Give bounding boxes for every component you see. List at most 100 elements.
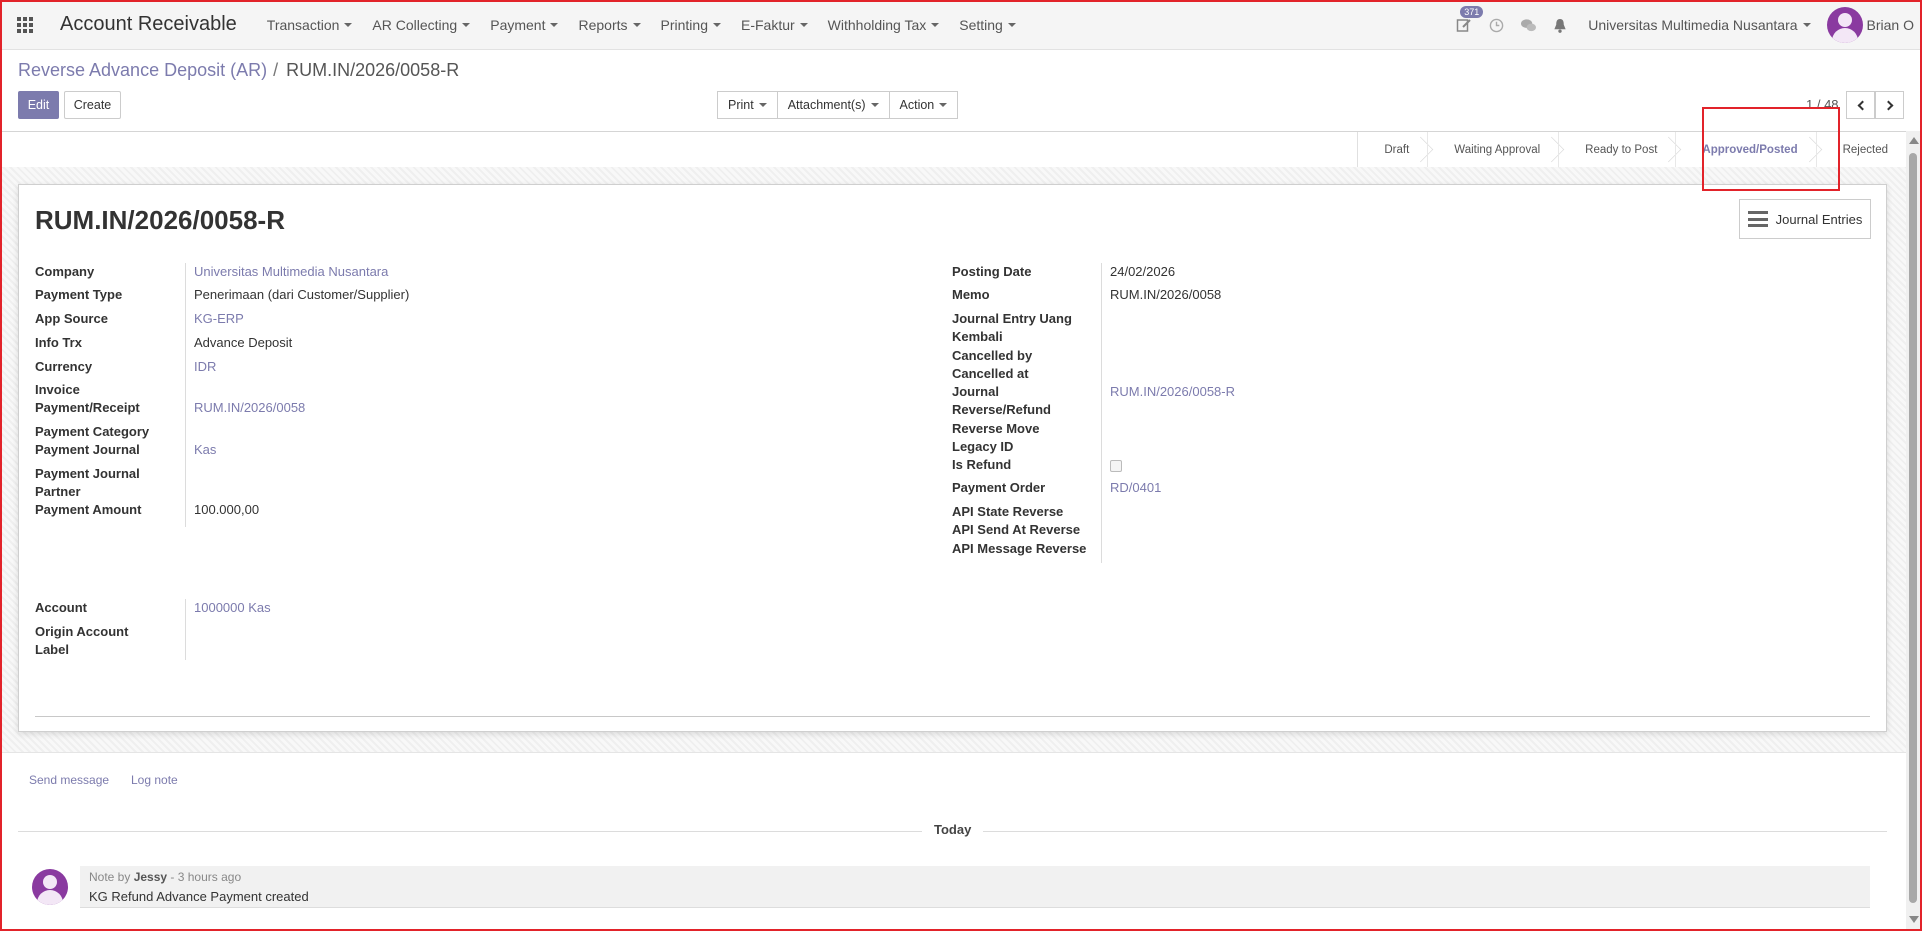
is-refund-checkbox[interactable] xyxy=(1110,460,1122,472)
label-legacy-id: Legacy ID xyxy=(952,439,1014,454)
value-memo: RUM.IN/2026/0058 xyxy=(1110,287,1222,302)
date-separator-label: Today xyxy=(922,822,984,837)
chat-icon[interactable] xyxy=(1512,0,1544,50)
scroll-down-arrow-icon[interactable] xyxy=(1909,916,1919,923)
message-body: KG Refund Advance Payment created xyxy=(89,889,309,904)
stage-draft[interactable]: Draft xyxy=(1357,132,1427,167)
caret-down-icon xyxy=(870,103,879,107)
create-button[interactable]: Create xyxy=(64,91,121,119)
sheet-divider xyxy=(35,716,1870,717)
scroll-up-arrow-icon[interactable] xyxy=(1909,137,1919,144)
value-account[interactable]: 1000000 Kas xyxy=(194,599,271,617)
scrollbar-thumb[interactable] xyxy=(1909,153,1917,903)
value-invoice-payment-receipt[interactable]: RUM.IN/2026/0058 xyxy=(194,399,305,417)
caret-down-icon xyxy=(1802,23,1811,27)
value-company[interactable]: Universitas Multimedia Nusantara xyxy=(194,263,388,281)
author-avatar[interactable] xyxy=(32,869,68,905)
chatter-message: Note by Jessy - 3 hours ago KG Refund Ad… xyxy=(80,866,1870,908)
bell-icon[interactable] xyxy=(1544,0,1576,50)
attachments-dropdown[interactable]: Attachment(s) xyxy=(776,91,890,119)
label-company: Company xyxy=(35,264,95,279)
pager-next-button[interactable] xyxy=(1875,91,1904,119)
menu-withholding-tax[interactable]: Withholding Tax xyxy=(818,0,950,50)
activity-edit-icon[interactable]: 371 xyxy=(1448,0,1484,50)
caret-down-icon xyxy=(939,103,948,107)
breadcrumb-separator: / xyxy=(273,60,279,80)
label-info-trx: Info Trx xyxy=(35,335,82,350)
journal-entries-button[interactable]: Journal Entries xyxy=(1739,199,1871,239)
send-message-button[interactable]: Send message xyxy=(29,773,109,787)
menu-setting[interactable]: Setting xyxy=(949,0,1026,50)
menu-printing[interactable]: Printing xyxy=(651,0,731,50)
app-title: Account Receivable xyxy=(60,13,237,35)
highlight-annotation-box xyxy=(1702,107,1840,191)
breadcrumb-parent[interactable]: Reverse Advance Deposit (AR) xyxy=(18,60,267,81)
value-info-trx: Advance Deposit xyxy=(194,335,293,350)
value-journal-reverse-refund[interactable]: RUM.IN/2026/0058-R xyxy=(1110,383,1235,401)
message-meta: Note by Jessy - 3 hours ago xyxy=(89,870,242,884)
caret-down-icon xyxy=(931,22,940,27)
label-app-source: App Source xyxy=(35,311,108,326)
vertical-scrollbar[interactable] xyxy=(1906,131,1920,929)
action-button-group: Print Attachment(s) Action xyxy=(717,91,959,119)
navbar-right: 371 Universitas Multimedia Nusantara Bri… xyxy=(1448,0,1914,50)
label-payment-journal-partner: Payment Journal Partner xyxy=(35,466,140,499)
value-payment-journal[interactable]: Kas xyxy=(194,441,216,459)
menu-payment[interactable]: Payment xyxy=(480,0,568,50)
clock-icon[interactable] xyxy=(1480,0,1512,50)
caret-down-icon xyxy=(632,22,641,27)
label-journal-reverse-refund: Journal Reverse/Refund xyxy=(952,384,1051,417)
print-dropdown[interactable]: Print xyxy=(717,91,778,119)
menu-ar-collecting[interactable]: AR Collecting xyxy=(362,0,480,50)
action-dropdown[interactable]: Action xyxy=(888,91,959,119)
value-posting-date: 24/02/2026 xyxy=(1110,264,1176,279)
message-author[interactable]: Jessy xyxy=(134,870,167,884)
caret-down-icon xyxy=(462,22,471,27)
label-cancelled-at: Cancelled at xyxy=(952,366,1029,381)
label-api-send-at-reverse: API Send At Reverse xyxy=(952,522,1081,537)
label-api-message-reverse: API Message Reverse xyxy=(952,541,1087,556)
caret-down-icon xyxy=(1007,22,1016,27)
caret-down-icon xyxy=(344,22,353,27)
caret-down-icon xyxy=(799,22,808,27)
apps-menu-icon[interactable] xyxy=(0,0,50,50)
menu-transaction[interactable]: Transaction xyxy=(257,0,363,50)
label-payment-order: Payment Order xyxy=(952,480,1046,495)
label-payment-journal: Payment Journal xyxy=(35,442,140,457)
chevron-left-icon xyxy=(1857,100,1867,110)
company-switcher[interactable]: Universitas Multimedia Nusantara xyxy=(1588,17,1811,33)
label-payment-category: Payment Category xyxy=(35,424,150,439)
label-is-refund: Is Refund xyxy=(952,457,1012,472)
label-api-state-reverse: API State Reverse xyxy=(952,504,1064,519)
label-currency: Currency xyxy=(35,359,93,374)
record-title: RUM.IN/2026/0058-R xyxy=(35,205,285,235)
breadcrumb: Reverse Advance Deposit (AR) / RUM.IN/20… xyxy=(18,60,459,81)
label-posting-date: Posting Date xyxy=(952,264,1032,279)
stage-waiting-approval[interactable]: Waiting Approval xyxy=(1427,132,1558,167)
value-currency[interactable]: IDR xyxy=(194,358,216,376)
label-invoice-payment-receipt: Invoice Payment/Receipt xyxy=(35,382,140,415)
value-payment-type: Penerimaan (dari Customer/Supplier) xyxy=(194,287,410,302)
top-navbar: Account Receivable Transaction AR Collec… xyxy=(0,0,1922,50)
label-origin-account-label: Origin Account Label xyxy=(35,624,129,657)
label-account: Account xyxy=(35,600,87,615)
label-payment-amount: Payment Amount xyxy=(35,502,142,517)
user-name[interactable]: Brian O xyxy=(1867,17,1914,33)
caret-down-icon xyxy=(758,103,767,107)
value-payment-order[interactable]: RD/0401 xyxy=(1110,479,1161,497)
user-avatar[interactable] xyxy=(1826,7,1863,43)
pager-previous-button[interactable] xyxy=(1846,91,1875,119)
value-app-source[interactable]: KG-ERP xyxy=(194,310,244,328)
menu-e-faktur[interactable]: E-Faktur xyxy=(731,0,818,50)
main-menu: Transaction AR Collecting Payment Report… xyxy=(257,0,1026,50)
caret-down-icon xyxy=(712,22,721,27)
form-content: Draft Waiting Approval Ready to Post App… xyxy=(0,131,1906,931)
menu-reports[interactable]: Reports xyxy=(568,0,650,50)
breadcrumb-current: RUM.IN/2026/0058-R xyxy=(286,60,460,80)
chevron-right-icon xyxy=(1883,100,1893,110)
form-sheet: RUM.IN/2026/0058-R Journal Entries Compa… xyxy=(18,184,1887,732)
edit-button[interactable]: Edit xyxy=(18,91,59,119)
value-payment-amount: 100.000,00 xyxy=(194,502,260,517)
log-note-button[interactable]: Log note xyxy=(131,773,178,787)
stage-ready-to-post[interactable]: Ready to Post xyxy=(1558,132,1675,167)
